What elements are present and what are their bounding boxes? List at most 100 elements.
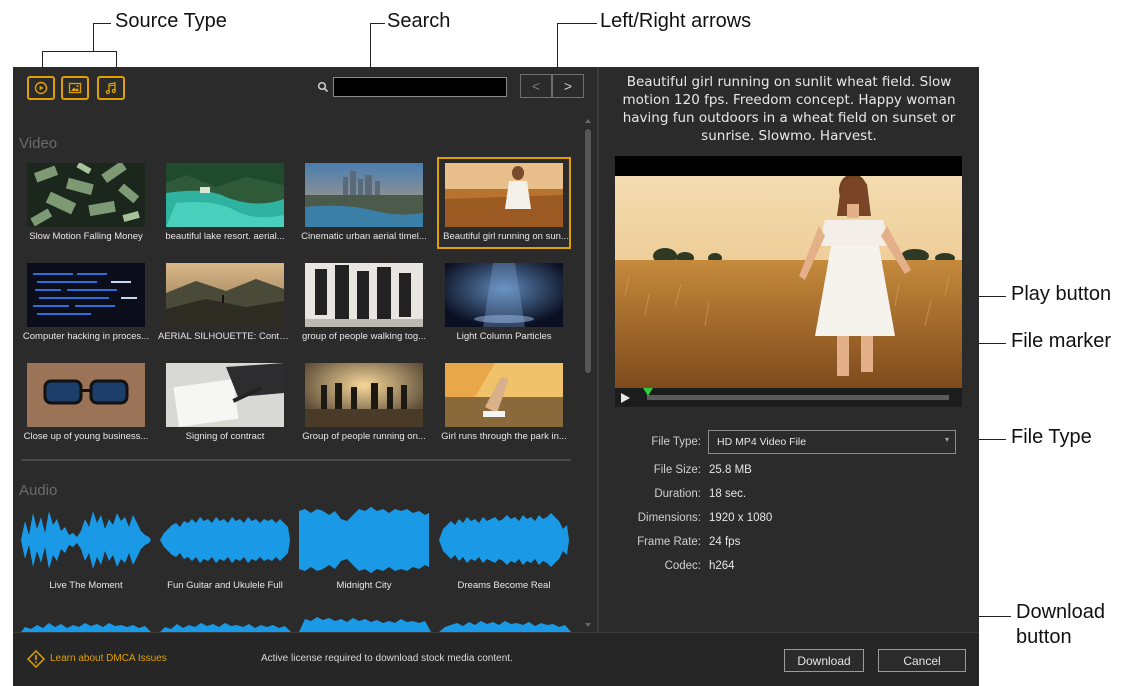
video-tile[interactable]: Computer hacking in proces... [19, 257, 153, 349]
audio-tile[interactable]: Dreams Become Real [437, 505, 571, 595]
video-title: group of people walking tog... [301, 331, 427, 342]
video-tile[interactable]: Girl runs through the park in... [437, 357, 571, 449]
scrollbar-thumb[interactable] [585, 129, 591, 373]
file-size-value: 25.8 MB [709, 464, 752, 476]
source-audio-button[interactable] [97, 76, 125, 100]
video-thumbnail [166, 363, 284, 427]
callout-search: Search [387, 10, 451, 32]
audio-tile[interactable]: Fun Guitar and Ukulele Full [158, 505, 292, 595]
file-type-select[interactable]: HD MP4 Video File ▾ [708, 430, 956, 454]
vertical-scrollbar[interactable] [583, 117, 593, 632]
video-icon [34, 81, 48, 95]
search-icon [317, 81, 329, 93]
clip-description: Beautiful girl running on sunlit wheat f… [622, 74, 956, 144]
audio-tile[interactable]: Live The Moment [19, 505, 153, 595]
video-tile[interactable]: group of people walking tog... [297, 257, 431, 349]
next-page-button[interactable]: > [552, 74, 584, 98]
video-title: Girl runs through the park in... [441, 431, 567, 442]
frame-rate-label: Frame Rate: [637, 536, 701, 548]
section-divider [21, 459, 571, 461]
video-tile[interactable]: Cinematic urban aerial timel... [297, 157, 431, 249]
video-tile[interactable]: AERIAL SILHOUETTE: Conto... [158, 257, 292, 349]
codec-value: h264 [709, 560, 735, 572]
video-thumbnail [27, 363, 145, 427]
chevron-left-icon: < [531, 78, 541, 94]
video-title: Group of people running on... [302, 431, 426, 442]
callout-source-type: Source Type [115, 10, 227, 32]
warning-icon [27, 650, 45, 668]
dmca-link[interactable]: Learn about DMCA Issues [50, 653, 167, 664]
video-title: Beautiful girl running on sun... [443, 231, 569, 242]
dialog-footer: Learn about DMCA Issues Active license r… [13, 632, 979, 686]
video-thumbnail [27, 263, 145, 327]
prev-page-button[interactable]: < [520, 74, 552, 98]
video-section-title: Video [19, 135, 58, 152]
video-thumbnail [305, 163, 423, 227]
video-thumbnail [305, 363, 423, 427]
video-title: Slow Motion Falling Money [29, 231, 143, 242]
callout-marker: File marker [1011, 330, 1112, 352]
media-browser-pane: < > Video Slow Motion Falling Money beau… [13, 67, 597, 632]
music-icon [105, 82, 116, 95]
video-thumbnail [445, 163, 563, 227]
search-input[interactable] [333, 77, 507, 97]
frame-rate-value: 24 fps [709, 536, 741, 548]
video-title: Cinematic urban aerial timel... [301, 231, 427, 242]
dropdown-arrow-icon: ▾ [944, 435, 949, 444]
player-controls [615, 388, 962, 407]
audio-tile[interactable]: Midnight City [297, 505, 431, 595]
file-type-value: HD MP4 Video File [717, 436, 807, 448]
video-thumbnail [445, 363, 563, 427]
scroll-down-icon[interactable] [585, 623, 591, 627]
video-thumbnail [27, 163, 145, 227]
video-tile-selected[interactable]: Beautiful girl running on sun... [437, 157, 571, 249]
video-thumbnail [166, 163, 284, 227]
audio-title: Midnight City [336, 580, 392, 591]
callout-file-type: File Type [1011, 426, 1092, 448]
callout-download-line2: button [1016, 626, 1072, 648]
audio-title: Live The Moment [49, 580, 123, 591]
video-title: Close up of young business... [23, 431, 149, 442]
preview-pane: Beautiful girl running on sunlit wheat f… [599, 67, 979, 632]
video-preview-frame [615, 176, 962, 388]
audio-title: Fun Guitar and Ukulele Full [167, 580, 283, 591]
source-image-button[interactable] [61, 76, 89, 100]
chevron-right-icon: > [563, 78, 573, 94]
audio-title: Dreams Become Real [457, 580, 551, 591]
video-tile[interactable]: Group of people running on... [297, 357, 431, 449]
timeline-track[interactable] [647, 395, 949, 400]
source-video-button[interactable] [27, 76, 55, 100]
waveform-graphic [299, 507, 429, 573]
duration-label: Duration: [654, 488, 701, 500]
waveform-graphic [21, 511, 151, 569]
audio-section-title: Audio [19, 482, 58, 499]
video-title: AERIAL SILHOUETTE: Conto... [158, 331, 292, 342]
audio-row-partial [21, 617, 571, 632]
video-tile[interactable]: Close up of young business... [19, 357, 153, 449]
video-thumbnail [166, 263, 284, 327]
download-button[interactable]: Download [784, 649, 864, 672]
codec-label: Codec: [664, 560, 701, 572]
video-tile[interactable]: Signing of contract [158, 357, 292, 449]
video-tile[interactable]: Slow Motion Falling Money [19, 157, 153, 249]
callout-play: Play button [1011, 283, 1112, 305]
file-marker-icon[interactable] [643, 388, 653, 396]
callout-arrows: Left/Right arrows [600, 10, 752, 32]
video-title: Signing of contract [185, 431, 265, 442]
duration-value: 18 sec. [709, 488, 747, 500]
image-icon [68, 82, 82, 94]
waveform-graphic [439, 513, 569, 567]
play-icon[interactable] [621, 393, 630, 403]
file-size-label: File Size: [653, 464, 701, 476]
stock-media-window: < > Video Slow Motion Falling Money beau… [13, 67, 979, 686]
waveform-graphic [160, 517, 290, 563]
video-player [615, 156, 962, 407]
cancel-button[interactable]: Cancel [878, 649, 966, 672]
video-thumbnail [445, 263, 563, 327]
video-tile[interactable]: Light Column Particles [437, 257, 571, 349]
callout-download-line1: Download [1016, 601, 1105, 623]
scroll-up-icon[interactable] [585, 119, 591, 123]
license-notice: Active license required to download stoc… [261, 653, 513, 664]
dimensions-value: 1920 x 1080 [709, 512, 773, 524]
video-tile[interactable]: beautiful lake resort. aerial... [158, 157, 292, 249]
